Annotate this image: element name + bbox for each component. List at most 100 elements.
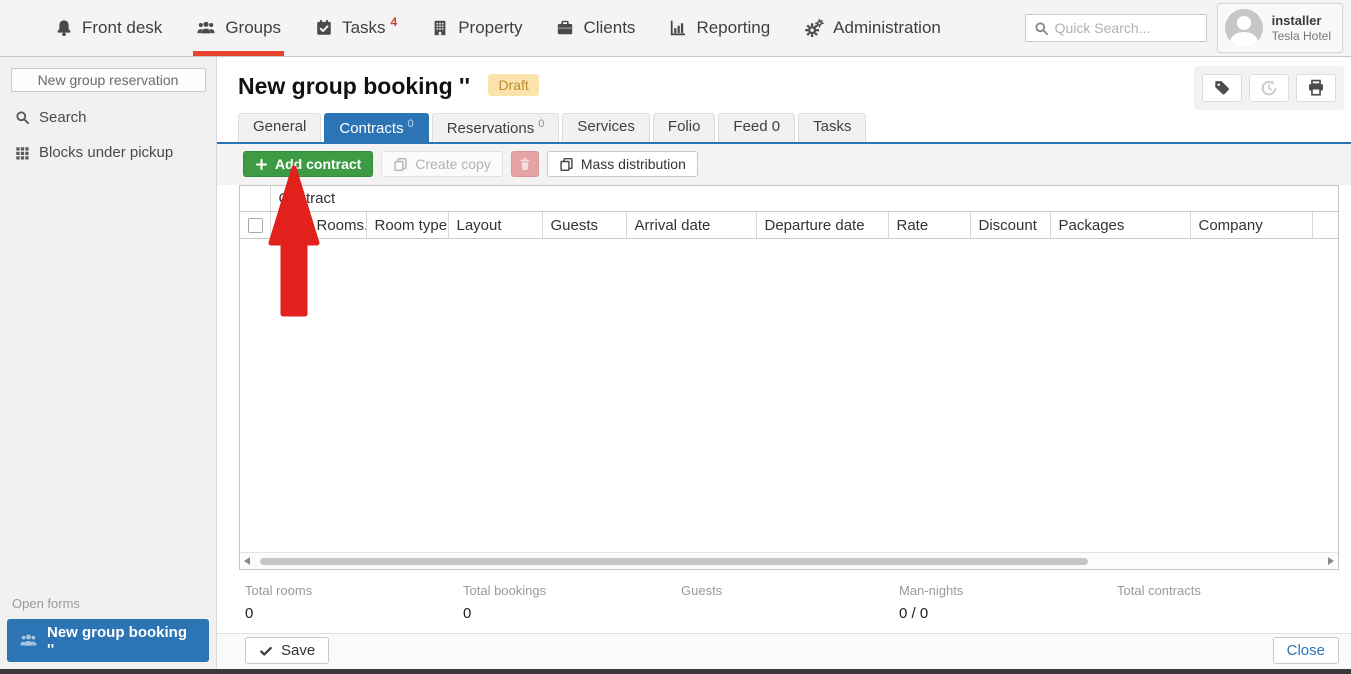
column-header-layout[interactable]: Layout (448, 212, 542, 239)
plus-icon (255, 158, 268, 171)
column-header-departure-date[interactable]: Departure date (756, 212, 888, 239)
building-icon (431, 19, 449, 37)
tasks-count-badge: 4 (391, 15, 398, 29)
contracts-toolbar: Add contract Create copy Mass distributi… (217, 144, 1351, 185)
tab-reservations[interactable]: Reservations0 (432, 113, 560, 142)
open-form-label: New group booking '' (47, 624, 197, 658)
main-content: New group booking '' Draft (217, 57, 1351, 669)
sidebar-item-label: Blocks under pickup (39, 144, 173, 161)
nav-label: Front desk (82, 18, 162, 38)
nav-label: Clients (583, 18, 635, 38)
group-icon (196, 19, 216, 37)
nav-label: Tasks (342, 18, 385, 38)
tab-folio[interactable]: Folio (653, 113, 716, 142)
total-guests: Guests (681, 583, 899, 633)
sidebar: New group reservation Search Blocks unde… (0, 57, 217, 669)
topbar: Front desk Groups Tasks4 Property Client (0, 0, 1351, 57)
column-header-discount[interactable]: Discount (970, 212, 1050, 239)
column-header-packages[interactable]: Packages (1050, 212, 1190, 239)
scroll-right-icon[interactable] (1328, 557, 1334, 565)
trash-icon (518, 157, 532, 171)
nav-clients[interactable]: Clients (539, 0, 652, 56)
create-copy-button[interactable]: Create copy (381, 151, 502, 177)
quick-search (1025, 14, 1207, 42)
scrollbar-thumb[interactable] (260, 558, 1088, 565)
group-icon (19, 632, 38, 649)
total-man-nights: Man-nights 0 / 0 (899, 583, 1117, 633)
nav-administration[interactable]: Administration (787, 0, 958, 56)
bell-icon (55, 19, 73, 37)
form-footer: Save Close (217, 633, 1351, 669)
save-button[interactable]: Save (245, 637, 329, 664)
contracts-table: Contract Rooms... Room type Layout Guest… (239, 185, 1339, 570)
header-actions (1194, 66, 1344, 110)
open-forms-label: Open forms (0, 596, 216, 619)
scroll-left-icon[interactable] (244, 557, 250, 565)
nav-property[interactable]: Property (414, 0, 539, 56)
nav-label: Groups (225, 18, 281, 38)
nav-groups[interactable]: Groups (179, 0, 298, 56)
sidebar-item-label: Search (39, 109, 87, 126)
window-bottom-edge (0, 669, 1351, 674)
table-group-header: Contract (270, 186, 1338, 212)
tab-services[interactable]: Services (562, 113, 650, 142)
user-name: installer (1272, 12, 1331, 29)
page-title: New group booking '' (238, 73, 470, 100)
column-header-rooms[interactable]: Rooms... (308, 212, 366, 239)
main-nav: Front desk Groups Tasks4 Property Client (0, 0, 958, 56)
check-icon (259, 644, 273, 658)
mass-distribution-button[interactable]: Mass distribution (547, 151, 698, 177)
column-header-room-type[interactable]: Room type (366, 212, 448, 239)
nav-label: Administration (833, 18, 941, 38)
column-header-arrival-date[interactable]: Arrival date (626, 212, 756, 239)
task-calendar-icon (315, 19, 333, 37)
column-header-guests[interactable]: Guests (542, 212, 626, 239)
tab-general[interactable]: General (238, 113, 321, 142)
column-header-index (270, 212, 308, 239)
history-button[interactable] (1249, 74, 1289, 102)
group-header-spacer (240, 186, 270, 212)
nav-reporting[interactable]: Reporting (652, 0, 787, 56)
nav-label: Property (458, 18, 522, 38)
column-header-company[interactable]: Company (1190, 212, 1312, 239)
copy-icon (559, 157, 574, 172)
new-group-reservation-button[interactable]: New group reservation (11, 68, 206, 92)
quick-search-input[interactable] (1055, 20, 1198, 36)
nav-tasks[interactable]: Tasks 4 (298, 0, 414, 56)
magnifier-icon (15, 110, 30, 125)
horizontal-scrollbar[interactable] (240, 552, 1338, 569)
user-panel[interactable]: installer Tesla Hotel (1217, 3, 1343, 53)
table-body-empty (240, 239, 1338, 552)
tags-button[interactable] (1202, 74, 1242, 102)
tab-feed[interactable]: Feed 0 (718, 113, 795, 142)
total-rooms: Total rooms 0 (245, 583, 463, 633)
history-icon (1260, 79, 1278, 97)
open-form-new-group-booking[interactable]: New group booking '' (7, 619, 209, 662)
delete-contract-button[interactable] (511, 151, 539, 177)
close-button[interactable]: Close (1273, 637, 1339, 664)
bar-chart-icon (669, 19, 687, 37)
tab-contracts[interactable]: Contracts0 (324, 113, 428, 142)
tab-count-badge: 0 (408, 118, 414, 130)
copy-icon (393, 157, 408, 172)
status-badge: Draft (488, 74, 538, 96)
print-button[interactable] (1296, 74, 1336, 102)
briefcase-icon (556, 19, 574, 37)
tag-icon (1213, 79, 1231, 97)
printer-icon (1307, 79, 1325, 97)
search-icon (1034, 21, 1049, 36)
tab-tasks[interactable]: Tasks (798, 113, 866, 142)
nav-front-desk[interactable]: Front desk (38, 0, 179, 56)
sidebar-item-search[interactable]: Search (0, 100, 216, 135)
open-forms-section: Open forms New group booking '' (0, 596, 216, 669)
select-all-cell (240, 212, 270, 239)
totals-bar: Total rooms 0 Total bookings 0 Guests Ma… (217, 570, 1351, 633)
total-bookings: Total bookings 0 (463, 583, 681, 633)
user-property: Tesla Hotel (1272, 29, 1331, 44)
column-header-rate[interactable]: Rate (888, 212, 970, 239)
add-contract-button[interactable]: Add contract (243, 151, 373, 177)
select-all-checkbox[interactable] (248, 218, 263, 233)
total-contracts: Total contracts (1117, 583, 1335, 633)
tab-count-badge: 0 (538, 118, 544, 130)
sidebar-item-blocks-under-pickup[interactable]: Blocks under pickup (0, 135, 216, 170)
